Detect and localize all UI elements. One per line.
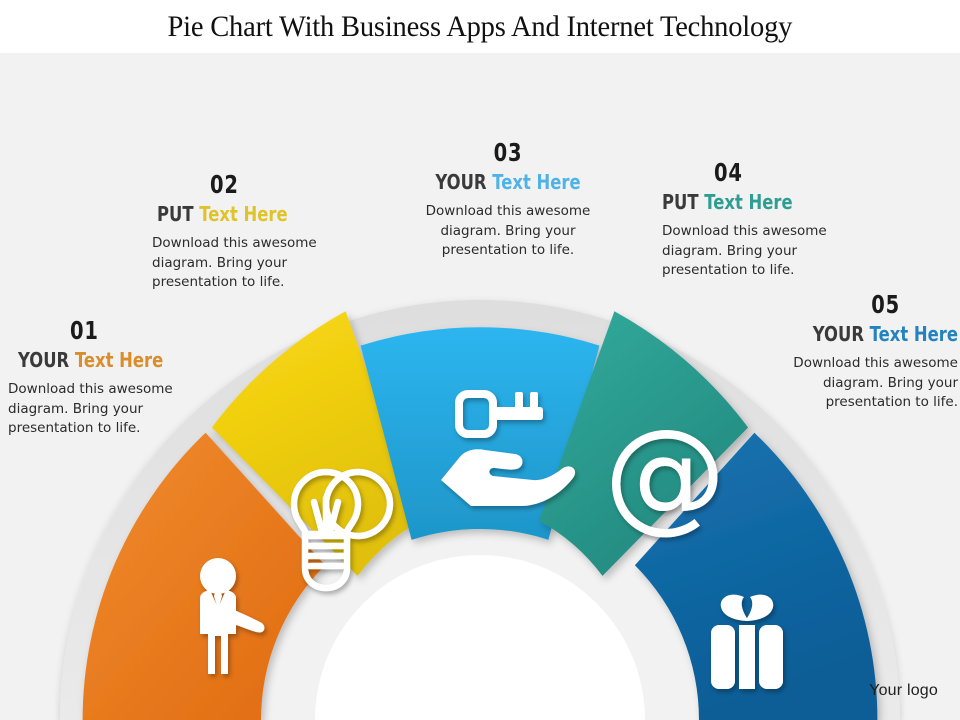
callout-03: 03 YOUR Text Here Download this awesome …	[408, 140, 608, 261]
callout-02-heading-accent: Text Here	[199, 202, 288, 226]
callout-05-heading-dark: YOUR	[812, 322, 864, 346]
callout-02: 02 PUT Text Here Download this awesome d…	[152, 172, 362, 293]
your-logo-placeholder: Your logo	[869, 682, 938, 699]
callout-01: 01 YOUR Text Here Download this awesome …	[8, 318, 208, 439]
callout-04: 04 PUT Text Here Download this awesome d…	[662, 160, 872, 281]
callout-02-heading-dark: PUT	[157, 202, 194, 226]
callout-04-heading-dark: PUT	[662, 190, 699, 214]
callout-05-number: 05	[871, 290, 900, 319]
callout-04-body: Download this awesome diagram. Bring you…	[662, 223, 827, 279]
callout-05-heading: YOUR Text Here	[804, 324, 958, 345]
callout-01-heading-accent: Text Here	[74, 348, 164, 372]
callout-03-heading-dark: YOUR	[435, 170, 487, 194]
callout-01-heading: YOUR Text Here	[18, 350, 174, 371]
callout-03-body: Download this awesome diagram. Bring you…	[425, 203, 591, 259]
slide-canvas: Pie Chart With Business Apps And Interne…	[0, 0, 960, 720]
callout-05-body: Download this awesome diagram. Bring you…	[793, 355, 958, 411]
callout-02-heading: PUT Text Here	[157, 204, 325, 225]
callout-03-heading-accent: Text Here	[492, 170, 581, 194]
callout-01-number: 01	[70, 316, 99, 345]
callout-02-number: 02	[210, 170, 239, 199]
title-bar: Pie Chart With Business Apps And Interne…	[0, 0, 960, 53]
callout-05-heading-accent: Text Here	[869, 322, 958, 346]
page-title: Pie Chart With Business Apps And Interne…	[167, 9, 793, 43]
callout-01-body: Download this awesome diagram. Bring you…	[8, 381, 173, 437]
callout-03-number: 03	[493, 138, 523, 167]
callout-02-body: Download this awesome diagram. Bring you…	[152, 235, 317, 291]
callout-03-heading: YOUR Text Here	[426, 172, 590, 193]
callout-05: 05 YOUR Text Here Download this awesome …	[770, 292, 958, 413]
callout-04-heading: PUT Text Here	[662, 192, 834, 213]
callout-04-heading-accent: Text Here	[704, 190, 793, 214]
callout-04-number: 04	[714, 158, 743, 187]
callout-01-heading-dark: YOUR	[18, 348, 70, 372]
